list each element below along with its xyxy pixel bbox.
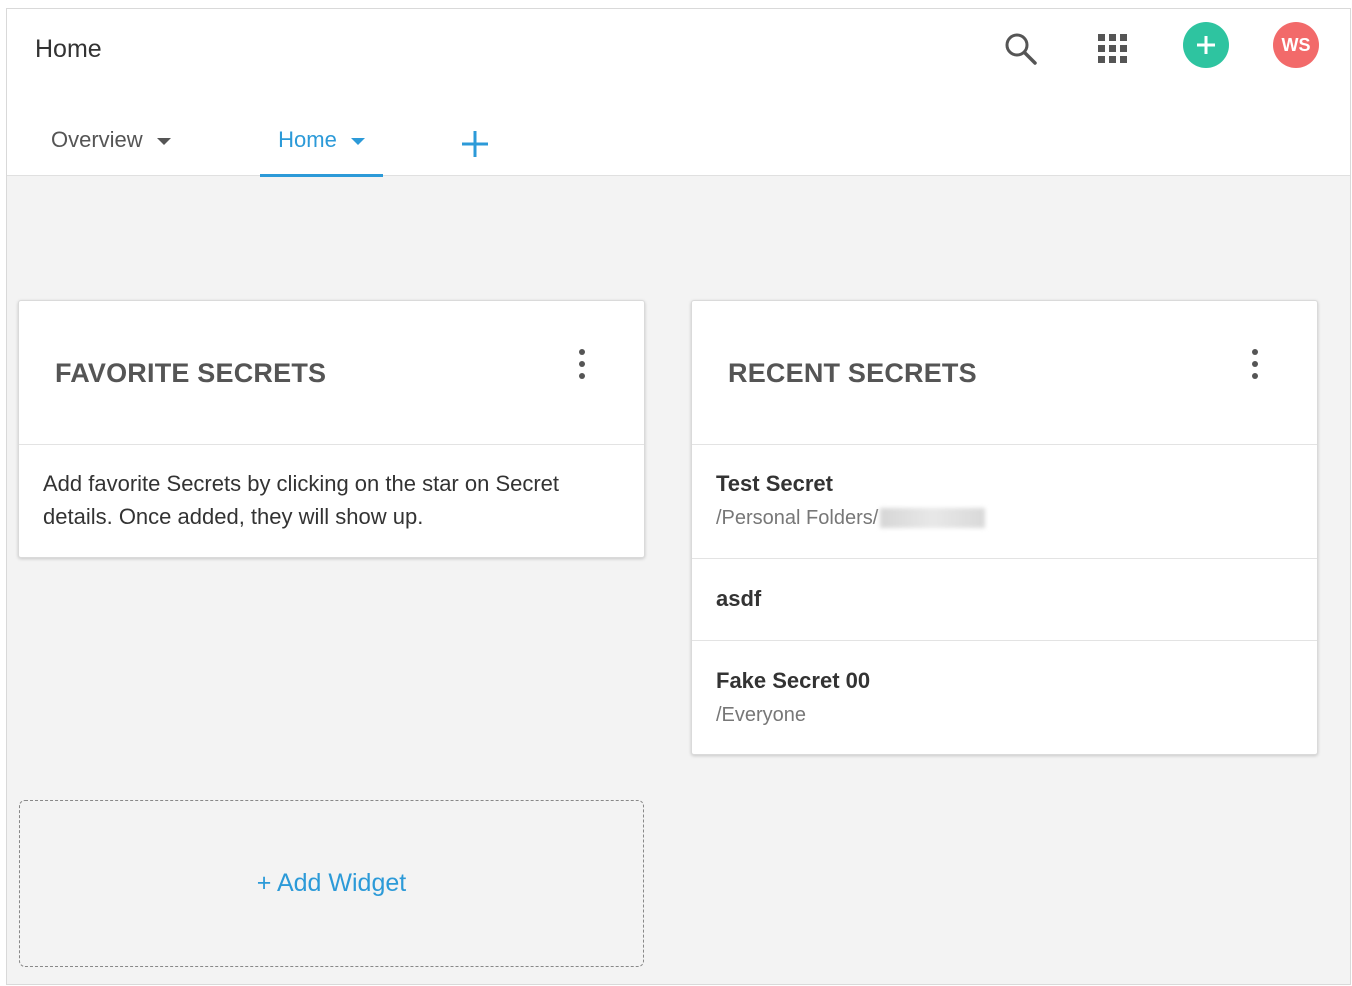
secret-name: Fake Secret 00 xyxy=(716,668,871,693)
chevron-down-icon xyxy=(350,138,365,145)
more-options-icon[interactable] xyxy=(1247,347,1263,381)
favorite-secrets-widget: FAVORITE SECRETS Add favorite Secrets by… xyxy=(18,300,645,558)
secret-path: /Everyone xyxy=(716,704,807,726)
tab-home[interactable]: Home xyxy=(260,127,383,177)
add-icon[interactable] xyxy=(1183,22,1229,68)
secret-path-text: /Personal Folders/ xyxy=(716,507,879,529)
page-title: Home xyxy=(35,35,102,63)
secret-name: Test Secret xyxy=(716,471,833,496)
widget-title: RECENT SECRETS xyxy=(728,358,977,388)
widget-title: FAVORITE SECRETS xyxy=(55,358,327,388)
search-icon[interactable] xyxy=(1001,29,1041,69)
add-widget-label: + Add Widget xyxy=(256,869,407,897)
add-tab-icon[interactable] xyxy=(459,128,491,160)
add-widget-button[interactable]: + Add Widget xyxy=(19,800,644,967)
apps-grid-icon[interactable] xyxy=(1093,29,1133,69)
more-options-icon[interactable] xyxy=(574,347,590,381)
tab-overview[interactable]: Overview xyxy=(51,127,171,177)
recent-secret-item[interactable]: Test Secret /Personal Folders/ xyxy=(692,445,1317,559)
redacted-text xyxy=(880,508,986,528)
app-frame: Home WS Overview Home FAVORITE SECRETS A… xyxy=(6,8,1351,985)
chevron-down-icon xyxy=(156,138,171,145)
favorites-empty-message: Add favorite Secrets by clicking on the … xyxy=(43,471,560,529)
tab-overview-label: Overview xyxy=(51,127,143,152)
secret-path: /Personal Folders/ xyxy=(716,504,1293,532)
recent-secret-item[interactable]: asdf xyxy=(692,559,1317,641)
secret-name: asdf xyxy=(716,586,762,611)
recent-secrets-widget: RECENT SECRETS Test Secret /Personal Fol… xyxy=(691,300,1318,755)
user-avatar[interactable]: WS xyxy=(1273,22,1319,68)
tab-home-label: Home xyxy=(278,127,337,152)
widget-header: FAVORITE SECRETS xyxy=(19,301,644,445)
widget-header: RECENT SECRETS xyxy=(692,301,1317,445)
recent-secret-item[interactable]: Fake Secret 00 /Everyone xyxy=(692,641,1317,755)
page-header: Home WS Overview Home xyxy=(7,9,1350,177)
